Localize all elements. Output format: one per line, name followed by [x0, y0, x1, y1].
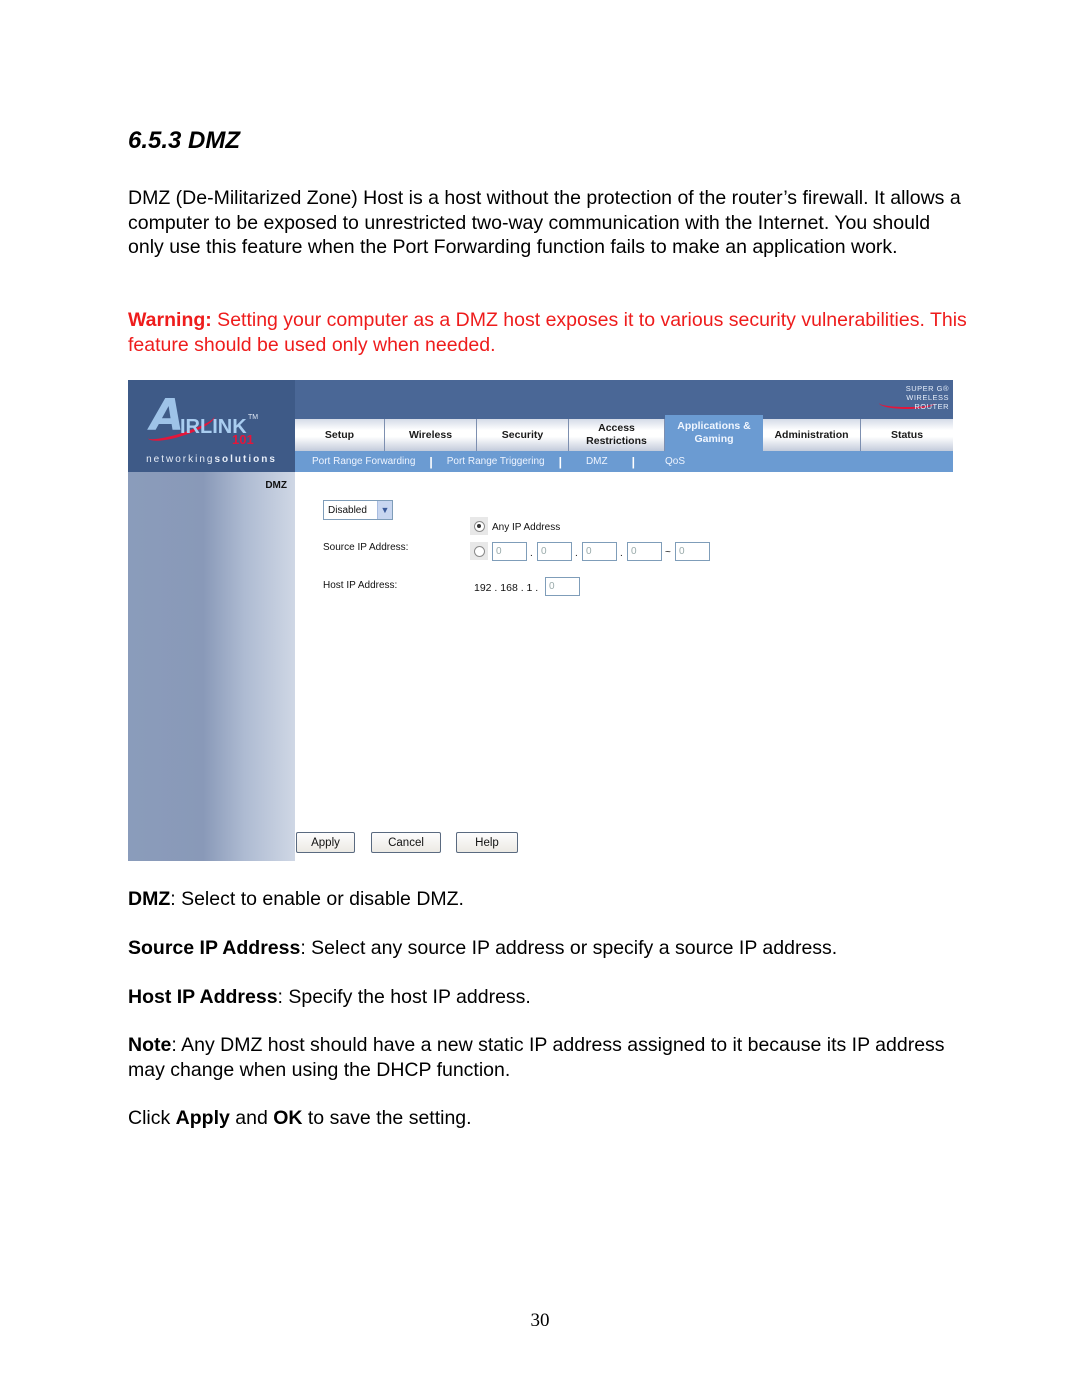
tab-status[interactable]: Status: [861, 419, 953, 451]
airlink-logo: A IRLINK TM 101 networkingsolutions: [128, 380, 295, 472]
any-ip-label: Any IP Address: [492, 522, 561, 533]
super-g-badge: SUPER G® WIRELESS ROUTER: [873, 384, 949, 411]
ip-dot: .: [530, 548, 533, 559]
desc-note-term: Note: [128, 1034, 172, 1056]
range-tilde: ~: [665, 547, 671, 558]
logo-tagline: networkingsolutions: [128, 454, 295, 465]
help-button[interactable]: Help: [456, 832, 518, 853]
source-ip-label: Source IP Address:: [323, 542, 409, 553]
sidebar-section-label: DMZ: [265, 480, 287, 491]
tab-access-restrictions[interactable]: Access Restrictions: [569, 419, 665, 451]
logo-number: 101: [232, 432, 254, 447]
desc-host-text: : Specify the host IP address.: [277, 986, 531, 1008]
host-ip-label: Host IP Address:: [323, 580, 398, 591]
ip-dot: .: [575, 548, 578, 559]
any-ip-radio[interactable]: [470, 517, 488, 535]
badge-line2: WIRELESS ROUTER: [906, 393, 949, 411]
desc-dmz-text: : Select to enable or disable DMZ.: [170, 888, 464, 910]
tab-applications-gaming[interactable]: Applications & Gaming: [665, 415, 763, 451]
logo-letter: A: [150, 390, 185, 441]
subnav-separator: |: [429, 454, 433, 469]
badge-line1: SUPER G®: [905, 384, 949, 393]
intro-paragraph: DMZ (De-Militarized Zone) Host is a host…: [128, 187, 961, 258]
tab-wireless[interactable]: Wireless: [385, 419, 477, 451]
click-pre: Click: [128, 1107, 176, 1129]
source-ip-octet-3[interactable]: 0: [582, 542, 617, 561]
specific-ip-radio[interactable]: [470, 542, 488, 560]
tab-security[interactable]: Security: [477, 419, 569, 451]
chevron-down-icon[interactable]: ▼: [377, 501, 392, 519]
dmz-select[interactable]: Disabled ▼: [323, 500, 393, 520]
main-tabs: Setup Wireless Security Access Restricti…: [295, 415, 953, 451]
desc-source-ip: Source IP Address: Select any source IP …: [128, 936, 968, 961]
desc-note-text: : Any DMZ host should have a new static …: [128, 1034, 945, 1081]
desc-source-text: : Select any source IP address or specif…: [300, 937, 838, 959]
apply-button[interactable]: Apply: [296, 832, 355, 853]
desc-host-term: Host IP Address: [128, 986, 278, 1008]
tagline-part2: solutions: [214, 454, 277, 465]
warning-paragraph: Warning: Setting your computer as a DMZ …: [128, 308, 968, 357]
radio-selected-icon: [473, 520, 485, 532]
warning-label: Warning:: [128, 309, 212, 331]
source-ip-range-end[interactable]: 0: [675, 542, 710, 561]
desc-dmz-term: DMZ: [128, 888, 171, 910]
subnav-dmz[interactable]: DMZ: [568, 456, 626, 467]
desc-note: Note: Any DMZ host should have a new sta…: [128, 1033, 968, 1082]
tab-setup[interactable]: Setup: [295, 419, 385, 451]
desc-host-ip: Host IP Address: Specify the host IP add…: [128, 985, 968, 1010]
router-header: A IRLINK TM 101 networkingsolutions SUPE…: [128, 380, 953, 472]
subnav-port-range-forwarding[interactable]: Port Range Forwarding: [295, 456, 423, 467]
router-sidebar: DMZ: [128, 472, 295, 861]
warning-text: Setting your computer as a DMZ host expo…: [128, 309, 967, 356]
sub-navigation: Port Range Forwarding | Port Range Trigg…: [295, 451, 953, 472]
desc-dmz: DMZ: Select to enable or disable DMZ.: [128, 887, 968, 912]
subnav-port-range-triggering[interactable]: Port Range Triggering: [439, 456, 553, 467]
subnav-qos[interactable]: QoS: [641, 456, 693, 467]
click-mid: and: [229, 1107, 274, 1129]
ip-dot: .: [620, 548, 623, 559]
radio-unselected-icon: [473, 545, 485, 557]
source-ip-octet-1[interactable]: 0: [492, 542, 527, 561]
source-ip-octet-2[interactable]: 0: [537, 542, 572, 561]
desc-click-apply: Click Apply and OK to save the setting.: [128, 1106, 968, 1131]
subnav-separator: |: [558, 454, 562, 469]
section-heading: 6.5.3 DMZ: [128, 127, 241, 154]
click-post: to save the setting.: [302, 1107, 472, 1129]
host-ip-last-octet[interactable]: 0: [545, 577, 580, 596]
subnav-separator: |: [631, 454, 635, 469]
tab-administration[interactable]: Administration: [763, 419, 861, 451]
host-ip-prefix: 192 . 168 . 1 .: [474, 582, 539, 594]
page-number: 30: [530, 1310, 550, 1331]
desc-source-term: Source IP Address: [128, 937, 301, 959]
router-dmz-screenshot: A IRLINK TM 101 networkingsolutions SUPE…: [128, 380, 953, 861]
logo-trademark: TM: [248, 414, 259, 421]
source-ip-octet-4[interactable]: 0: [627, 542, 662, 561]
router-content: Disabled ▼ Source IP Address: Host IP Ad…: [295, 472, 953, 861]
dmz-select-value: Disabled: [328, 504, 367, 516]
click-apply: Apply: [175, 1107, 230, 1129]
click-ok: OK: [273, 1107, 303, 1129]
tagline-part1: networking: [146, 454, 215, 465]
cancel-button[interactable]: Cancel: [371, 832, 441, 853]
